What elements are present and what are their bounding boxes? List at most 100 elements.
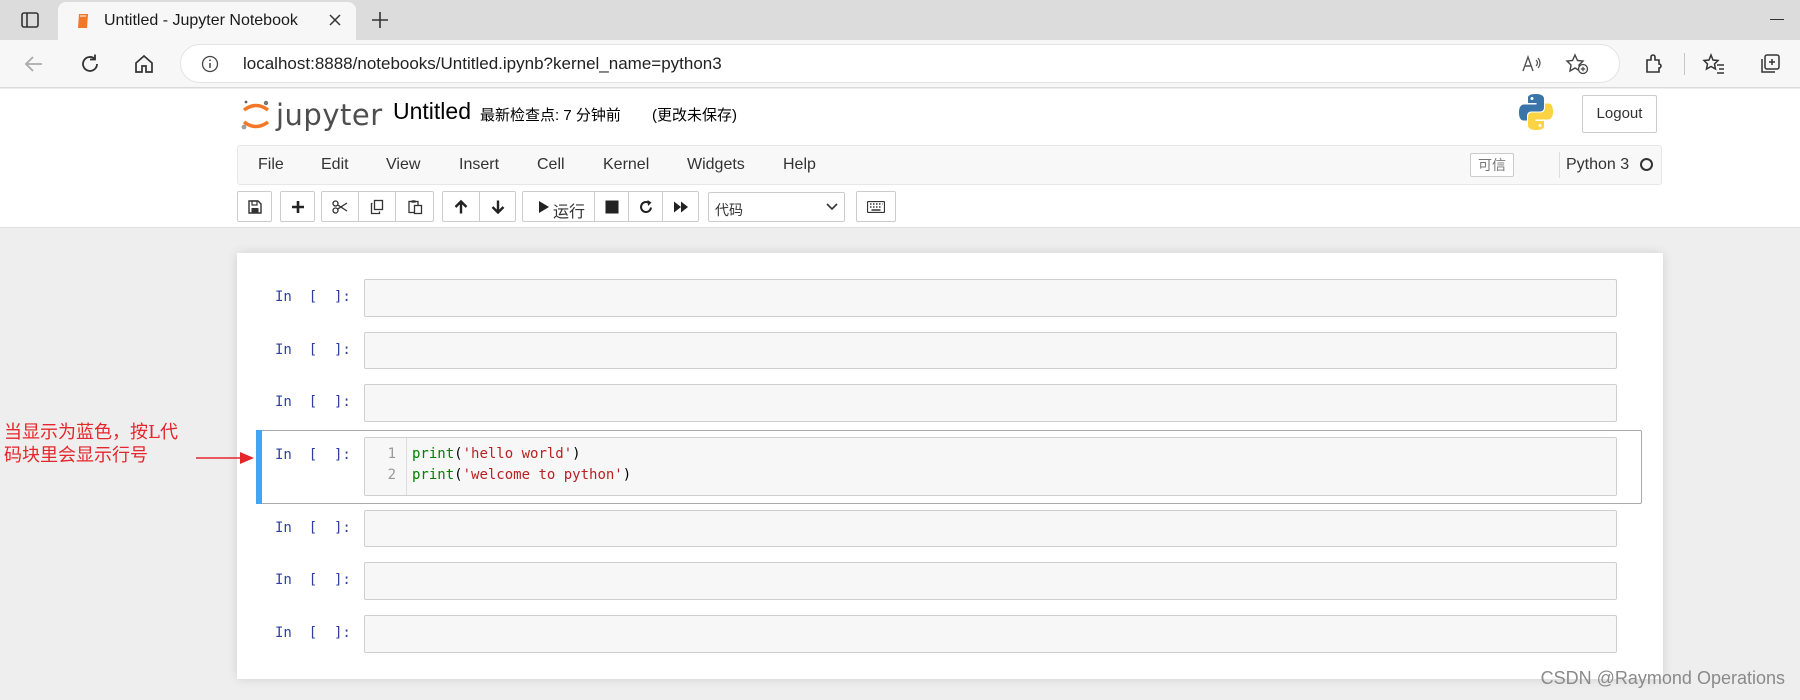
new-tab-icon[interactable] (370, 10, 390, 30)
tab-title: Untitled - Jupyter Notebook (104, 12, 298, 29)
annotation-line: 当显示为蓝色，按L代 (4, 422, 178, 443)
selected-cell-indicator (256, 430, 262, 504)
trusted-notebook-badge[interactable]: 可信 (1470, 153, 1514, 177)
annotation-arrow-icon (196, 452, 254, 464)
add-favorite-icon[interactable] (1565, 53, 1589, 75)
scissors-icon (332, 199, 348, 214)
menu-insert[interactable]: Insert (459, 156, 499, 174)
favorites-icon[interactable] (1702, 52, 1726, 76)
collections-icon[interactable] (1758, 52, 1782, 76)
notebook-toolbar: 运行 代码 (0, 191, 1800, 223)
cell-prompt: In [ ]: (275, 447, 351, 463)
string-token: 'hello world' (462, 446, 573, 462)
cut-button[interactable] (321, 191, 359, 222)
cell-prompt: In [ ]: (275, 342, 351, 358)
back-icon[interactable] (22, 52, 46, 76)
restart-icon (639, 199, 652, 213)
save-icon (247, 199, 262, 214)
insert-cell-button[interactable] (280, 191, 315, 222)
refresh-icon[interactable] (78, 52, 102, 76)
chevron-down-icon (826, 203, 838, 211)
run-button[interactable]: 运行 (522, 191, 595, 222)
interrupt-kernel-button[interactable] (594, 191, 629, 222)
restart-run-all-button[interactable] (662, 191, 699, 222)
url-text[interactable]: localhost:8888/notebooks/Untitled.ipynb?… (243, 54, 722, 74)
site-info-icon[interactable] (201, 55, 219, 73)
menu-edit[interactable]: Edit (321, 156, 349, 174)
plus-icon (291, 200, 304, 213)
code-cell-input[interactable] (364, 510, 1617, 547)
string-token: 'welcome to python' (462, 467, 623, 483)
menu-file[interactable]: File (258, 156, 284, 174)
keyboard-icon (867, 200, 885, 213)
cell-prompt: In [ ]: (275, 625, 351, 641)
jupyter-wordmark: jupyter (276, 98, 383, 132)
code-line[interactable]: print('welcome to python') (412, 467, 631, 483)
jupyter-logo[interactable]: jupyter (240, 94, 383, 134)
run-button-label: 运行 (553, 204, 586, 221)
address-bar[interactable]: localhost:8888/notebooks/Untitled.ipynb?… (180, 44, 1620, 83)
menu-widgets[interactable]: Widgets (687, 156, 745, 174)
annotation-line: 码块里会显示行号 (4, 445, 148, 466)
save-button[interactable] (237, 191, 272, 222)
autosave-status: (更改未保存) (652, 107, 737, 124)
cell-prompt: In [ ]: (275, 394, 351, 410)
notebook-container: In [ ]: In [ ]: In [ ]: In [ ]: 1 2 prin… (237, 253, 1663, 679)
code-cell-input[interactable] (364, 615, 1617, 653)
line-number-gutter: 1 2 (365, 438, 407, 495)
notebook-title[interactable]: Untitled (393, 98, 471, 125)
code-cell-input-active[interactable]: 1 2 print('hello world') print('welcome … (364, 437, 1617, 496)
paren-token: ) (572, 446, 581, 462)
browser-tab-strip: Untitled - Jupyter Notebook (0, 0, 1800, 40)
read-aloud-icon[interactable] (1521, 54, 1543, 74)
cell-prompt: In [ ]: (275, 520, 351, 536)
home-icon[interactable] (132, 52, 156, 76)
move-cell-down-button[interactable] (479, 191, 516, 222)
browser-tab-active[interactable]: Untitled - Jupyter Notebook (58, 2, 356, 40)
code-cell-input[interactable] (364, 384, 1617, 422)
move-cell-up-button[interactable] (442, 191, 480, 222)
minimize-window-icon[interactable] (1770, 19, 1784, 20)
cell-type-select[interactable]: 代码 (708, 192, 845, 222)
notebook-favicon-icon (78, 14, 88, 28)
copy-button[interactable] (358, 191, 396, 222)
menu-kernel[interactable]: Kernel (603, 156, 649, 174)
line-number: 2 (387, 467, 396, 483)
code-cell-input[interactable] (364, 279, 1617, 317)
cell-prompt: In [ ]: (275, 572, 351, 588)
toolbar-separator (1684, 53, 1685, 75)
python-logo-icon (1519, 94, 1553, 130)
command-palette-button[interactable] (856, 191, 896, 222)
checkpoint-status: 最新检查点: 7 分钟前 (480, 107, 621, 124)
kernel-name[interactable]: Python 3 (1566, 156, 1629, 174)
menu-view[interactable]: View (386, 156, 420, 174)
stop-icon (605, 200, 618, 213)
paste-button[interactable] (395, 191, 434, 222)
watermark: CSDN @Raymond Operations (1540, 668, 1785, 688)
builtin-token: print (412, 467, 455, 483)
restart-kernel-button[interactable] (628, 191, 663, 222)
kernel-idle-indicator (1640, 158, 1653, 171)
tab-actions-icon[interactable] (20, 10, 40, 30)
menu-cell[interactable]: Cell (537, 156, 565, 174)
arrow-down-icon (491, 200, 504, 214)
logout-button[interactable]: Logout (1582, 95, 1657, 133)
paren-token: ( (454, 446, 463, 462)
close-tab-icon[interactable] (328, 13, 342, 27)
jupyter-header: jupyter Untitled 最新检查点: 7 分钟前 (更改未保存) Lo… (0, 89, 1800, 228)
code-cell-input[interactable] (364, 562, 1617, 600)
jupyter-logo-icon (241, 100, 270, 130)
code-line[interactable]: print('hello world') (412, 446, 581, 462)
notebook-menubar: File Edit View Insert Cell Kernel Widget… (237, 145, 1662, 185)
play-icon (539, 200, 549, 213)
code-cell-input[interactable] (364, 332, 1617, 369)
paren-token: ( (454, 467, 463, 483)
kernel-separator (1559, 152, 1560, 178)
extensions-icon[interactable] (1642, 52, 1666, 76)
annotation-text: 当显示为蓝色，按L代 码块里会显示行号 (4, 421, 178, 467)
copy-icon (370, 199, 384, 214)
fast-forward-icon (673, 201, 688, 212)
builtin-token: print (412, 446, 455, 462)
menu-help[interactable]: Help (783, 156, 816, 174)
cell-type-value: 代码 (715, 202, 743, 218)
